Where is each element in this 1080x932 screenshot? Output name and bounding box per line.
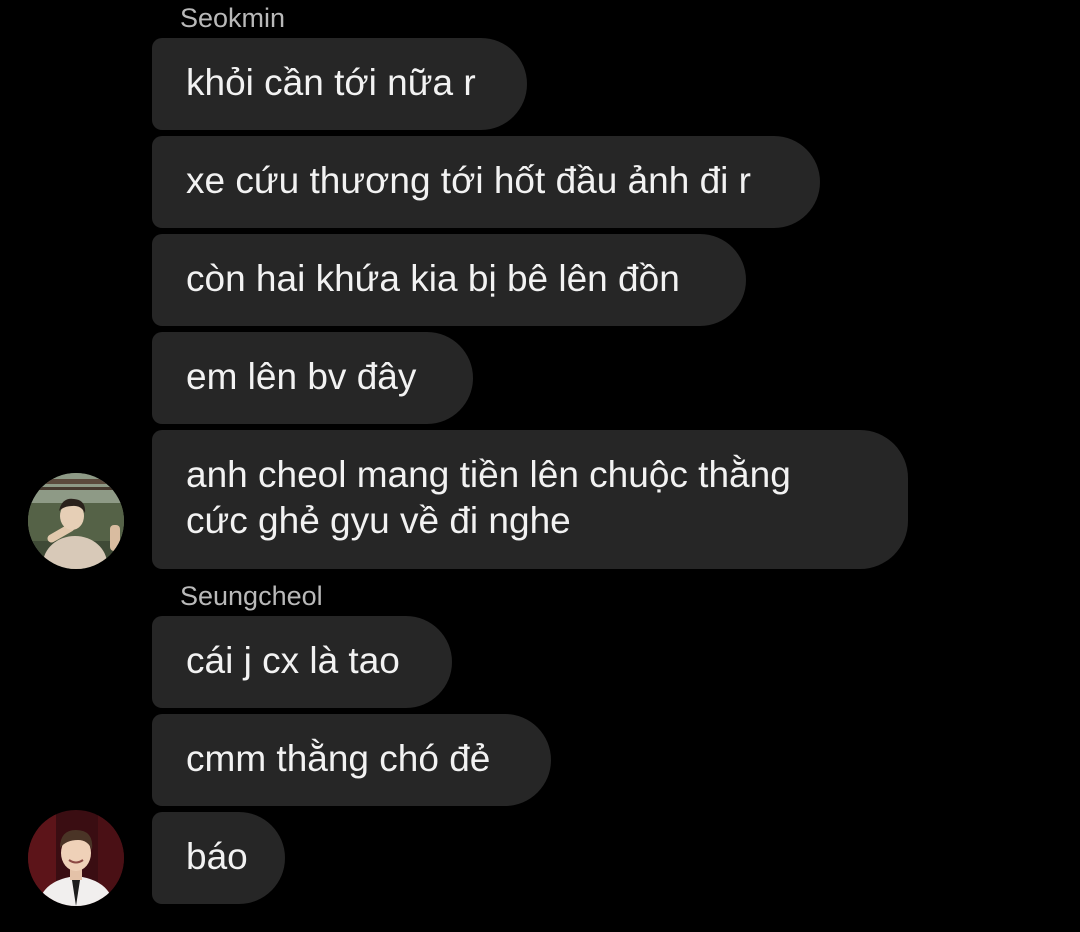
message-bubble[interactable]: em lên bv đây (152, 332, 473, 424)
message-bubble[interactable]: báo (152, 812, 285, 904)
message-bubble[interactable]: xe cứu thương tới hốt đầu ảnh đi r (152, 136, 820, 228)
message-text-line: cức ghẻ gyu về đi nghe (186, 500, 571, 541)
sender-name: Seokmin (180, 3, 286, 33)
message-bubble[interactable]: cmm thằng chó đẻ (152, 714, 551, 806)
seokmin-avatar[interactable] (28, 473, 124, 569)
message-text: xe cứu thương tới hốt đầu ảnh đi r (186, 160, 751, 201)
seungcheol-avatar[interactable] (28, 810, 124, 906)
message-text: còn hai khứa kia bị bê lên đồn (186, 258, 680, 299)
message-bubble[interactable]: còn hai khứa kia bị bê lên đồn (152, 234, 746, 326)
user-avatar-icon (28, 810, 124, 906)
message-text: cái j cx là tao (186, 640, 400, 681)
message-text: báo (186, 836, 248, 877)
message-text: khỏi cần tới nữa r (186, 62, 476, 103)
message-bubble[interactable]: cái j cx là tao (152, 616, 452, 708)
message-bubble[interactable]: anh cheol mang tiền lên chuộc thằng cức … (152, 430, 908, 569)
sender-name: Seungcheol (180, 581, 323, 611)
user-avatar-icon (28, 473, 124, 569)
chat-thread: Seokmin khỏi cần tới nữa r xe cứu thương… (0, 0, 1080, 932)
message-text-line: anh cheol mang tiền lên chuộc thằng (186, 454, 791, 495)
message-text: em lên bv đây (186, 356, 417, 397)
message-text: cmm thằng chó đẻ (186, 738, 491, 779)
message-bubble[interactable]: khỏi cần tới nữa r (152, 38, 527, 130)
